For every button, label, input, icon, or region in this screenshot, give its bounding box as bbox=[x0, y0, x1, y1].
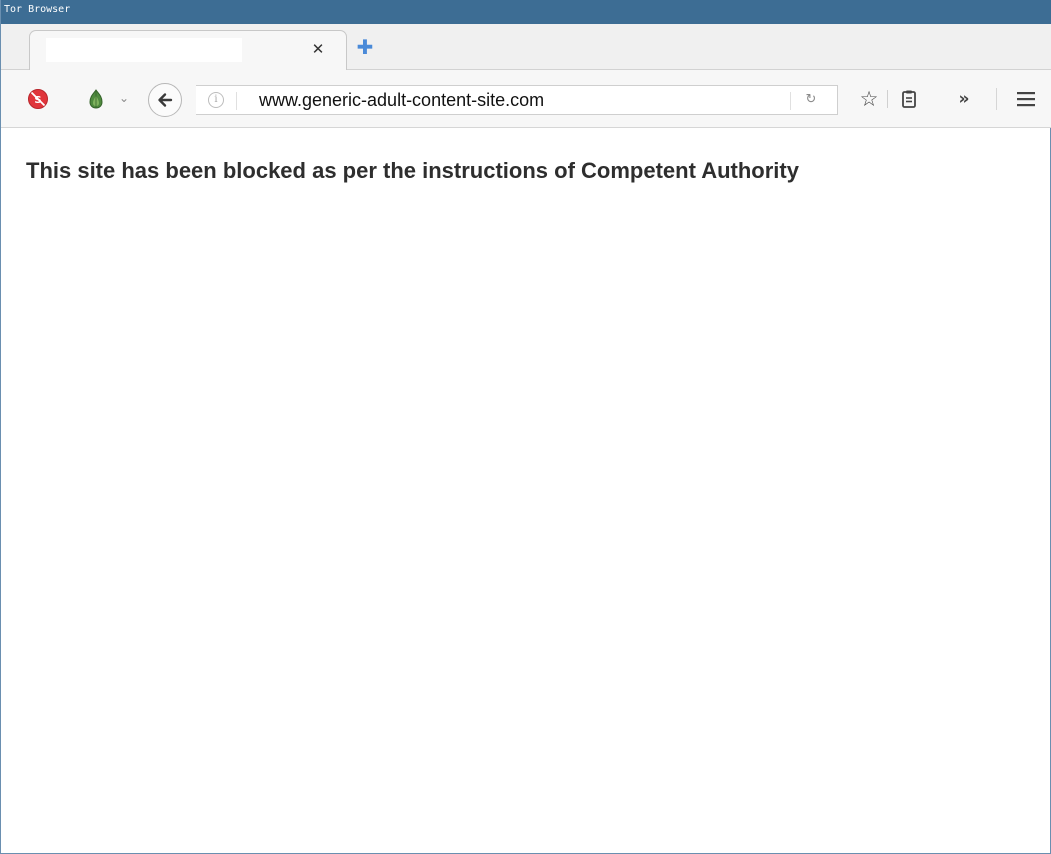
page-content: This site has been blocked as per the in… bbox=[1, 128, 1050, 853]
star-icon[interactable]: ☆ bbox=[857, 87, 881, 111]
onion-icon[interactable] bbox=[84, 87, 108, 111]
info-icon[interactable]: i bbox=[208, 92, 224, 108]
toolbar-separator-menu bbox=[996, 88, 997, 110]
back-arrow-icon bbox=[158, 93, 173, 107]
browser-window: Tor Browser ✕ ✚ S ⌄ i www.generic-adult-… bbox=[0, 0, 1051, 854]
chevron-down-icon[interactable]: ⌄ bbox=[117, 91, 131, 105]
window-title: Tor Browser bbox=[4, 4, 71, 15]
back-button[interactable] bbox=[148, 83, 182, 117]
tab-close-button[interactable]: ✕ bbox=[310, 39, 326, 59]
url-bar[interactable]: i www.generic-adult-content-site.com ↻ bbox=[196, 85, 838, 115]
navigation-toolbar: S ⌄ i www.generic-adult-content-site.com… bbox=[1, 70, 1051, 128]
reload-separator bbox=[790, 92, 791, 110]
new-tab-button[interactable]: ✚ bbox=[354, 36, 376, 58]
noscript-icon[interactable]: S bbox=[27, 88, 49, 110]
toolbar-separator bbox=[887, 90, 888, 108]
url-separator bbox=[236, 92, 237, 110]
tab-strip: ✕ ✚ bbox=[1, 24, 1051, 70]
url-input[interactable]: www.generic-adult-content-site.com bbox=[259, 86, 544, 114]
hamburger-menu-icon[interactable] bbox=[1014, 88, 1038, 110]
tab-title bbox=[46, 38, 242, 62]
window-titlebar[interactable]: Tor Browser bbox=[1, 0, 1051, 24]
tab-active[interactable]: ✕ bbox=[29, 30, 347, 70]
blocked-message: This site has been blocked as per the in… bbox=[26, 158, 799, 183]
clipboard-icon[interactable] bbox=[899, 88, 919, 110]
chevron-double-right-icon[interactable]: » bbox=[953, 87, 975, 111]
reload-icon[interactable]: ↻ bbox=[802, 91, 820, 109]
